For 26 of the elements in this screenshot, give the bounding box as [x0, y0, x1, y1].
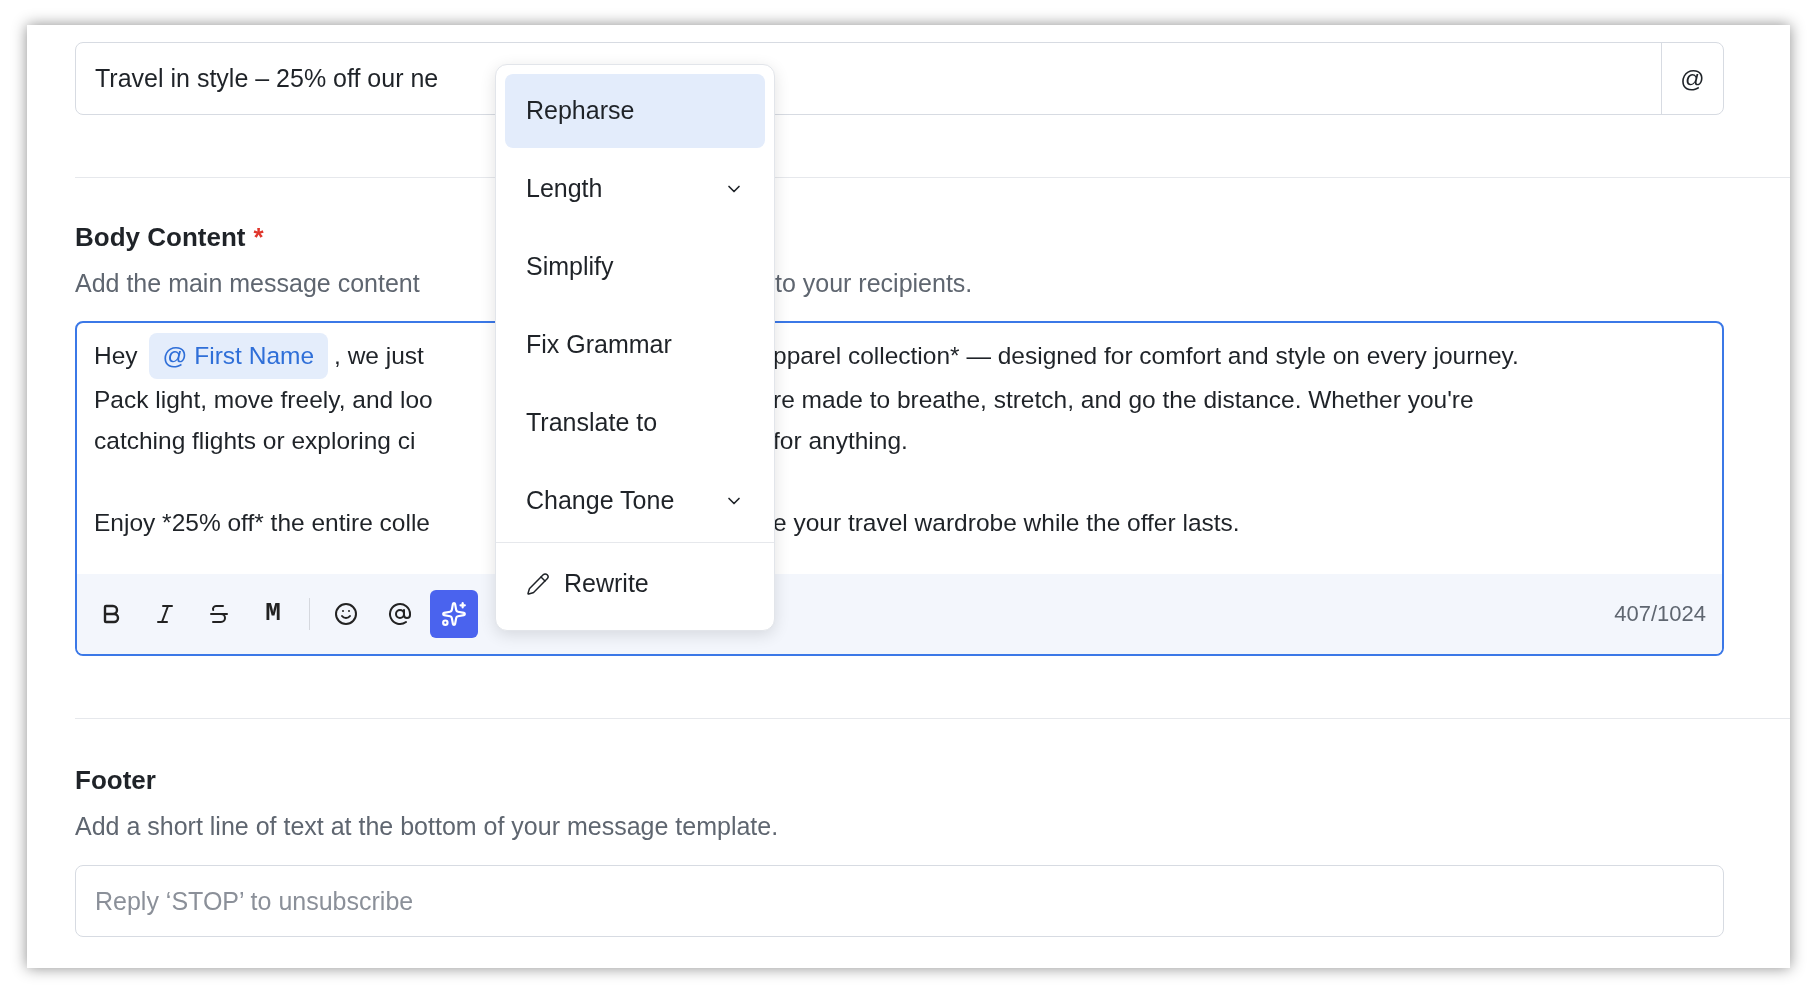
body-text: catching flights or exploring ci: [94, 425, 416, 456]
monospace-button[interactable]: M: [249, 589, 297, 638]
body-text: , we just: [334, 341, 424, 371]
section-description: Add a short line of text at the bottom of your message template.: [75, 810, 780, 842]
smiley-icon: [334, 601, 358, 626]
body-text: pparel collection* — designed for comfort and style on every journey.: [773, 341, 1519, 371]
menu-item[interactable]: Repharse: [505, 74, 765, 148]
ai-assist-button[interactable]: [430, 589, 478, 638]
first-name-chip[interactable]: @ First Name: [148, 332, 329, 379]
section-description: Add the main message content: [75, 268, 421, 299]
sparkles-icon: [441, 600, 467, 627]
footer-input-field[interactable]: Reply ‘STOP’ to unsubscribe: [75, 865, 1724, 937]
section-title: Body Content: [75, 221, 246, 254]
body-text: Enjoy *25% off* the entire colle: [94, 507, 430, 538]
body-text: for anything.: [773, 425, 908, 456]
section-title: Footer: [75, 763, 157, 797]
subject-text: Travel in style – 25% off our ne: [95, 62, 439, 94]
at-sign-icon: [388, 601, 412, 626]
body-text: Hey: [94, 341, 138, 371]
character-counter: 407/1024: [1614, 600, 1706, 628]
required-mark: *: [253, 221, 264, 254]
section-description: to your recipients.: [775, 268, 973, 299]
body-text: re made to breathe, stretch, and go the distance. Whether you're: [773, 384, 1474, 415]
pencil-icon: [526, 572, 550, 596]
body-text: Pack light, move freely, and loo: [94, 384, 433, 415]
mention-button[interactable]: @: [1661, 43, 1723, 114]
